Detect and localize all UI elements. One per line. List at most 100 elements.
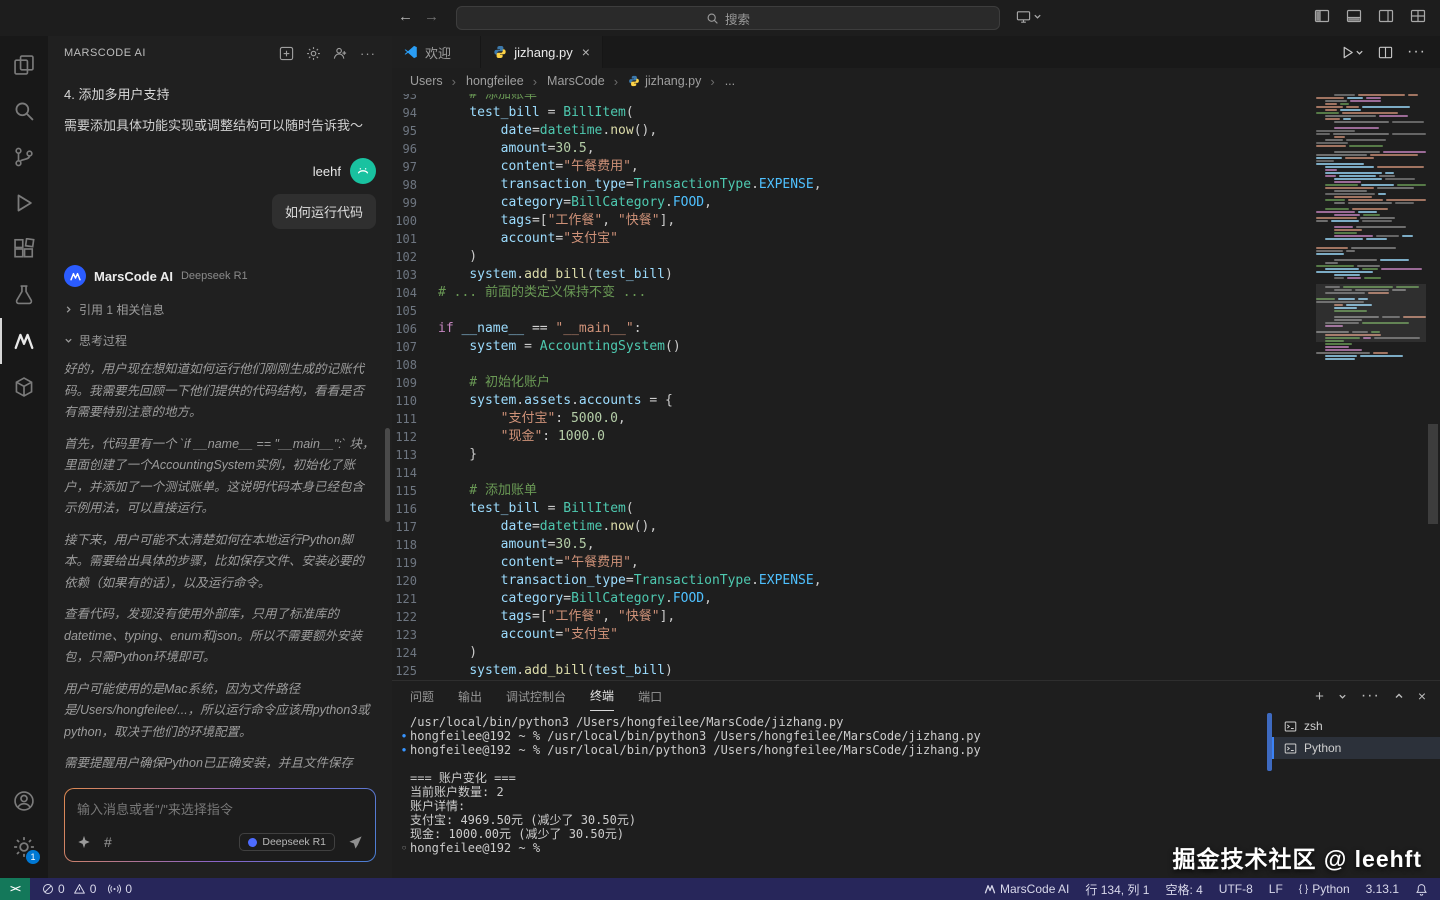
- code-line[interactable]: 95 date=datetime.now(),: [392, 122, 1310, 140]
- terminal-scrollbar[interactable]: [1267, 713, 1272, 771]
- back-icon[interactable]: ←: [398, 8, 413, 25]
- code-line[interactable]: 113 }: [392, 446, 1310, 464]
- code-line[interactable]: 122 tags=["工作餐", "快餐"],: [392, 608, 1310, 626]
- panel-more-icon[interactable]: ···: [1361, 687, 1380, 705]
- code-line[interactable]: 101 account="支付宝": [392, 230, 1310, 248]
- run-file-icon[interactable]: [1340, 45, 1364, 60]
- code-line[interactable]: 116 test_bill = BillItem(: [392, 500, 1310, 518]
- reference-fold[interactable]: 引用 1 相关信息: [64, 301, 376, 318]
- package-icon[interactable]: [0, 364, 48, 410]
- problems-status[interactable]: 0 0: [42, 882, 96, 896]
- user-message-bubble[interactable]: 如何运行代码: [272, 194, 376, 229]
- terminal-item-zsh[interactable]: zsh: [1272, 715, 1440, 737]
- remote-window-icon[interactable]: [1016, 9, 1042, 24]
- tab-debug-console[interactable]: 调试控制台: [506, 681, 566, 711]
- code-line[interactable]: 93 # 添加账单: [392, 94, 1310, 104]
- editor-scrollbar[interactable]: [1426, 94, 1440, 680]
- code-line[interactable]: 112 "现金": 1000.0: [392, 428, 1310, 446]
- skills-sparkle-icon[interactable]: [77, 835, 91, 849]
- forward-icon[interactable]: →: [424, 8, 439, 25]
- code-line[interactable]: 109 # 初始化账户: [392, 374, 1310, 392]
- breadcrumb-item[interactable]: MarsCode: [528, 74, 605, 89]
- notifications-bell-icon[interactable]: [1415, 883, 1428, 896]
- tab-terminal[interactable]: 终端: [590, 681, 614, 711]
- search-input[interactable]: 搜索: [456, 6, 1000, 30]
- code-line[interactable]: 114: [392, 464, 1310, 482]
- breadcrumb-item[interactable]: ...: [705, 74, 735, 89]
- settings-gear-icon[interactable]: 1: [0, 824, 48, 870]
- code-line[interactable]: 104# ... 前面的类定义保持不变 ...: [392, 284, 1310, 302]
- search-sidebar-icon[interactable]: [0, 88, 48, 134]
- code-line[interactable]: 121 category=BillCategory.FOOD,: [392, 590, 1310, 608]
- account-icon[interactable]: [0, 778, 48, 824]
- testing-flask-icon[interactable]: [0, 272, 48, 318]
- breadcrumb-item[interactable]: Users: [410, 74, 443, 88]
- code-line[interactable]: 120 transaction_type=TransactionType.EXP…: [392, 572, 1310, 590]
- language-mode[interactable]: { } Python: [1299, 882, 1350, 896]
- code-line[interactable]: 106if __name__ == "__main__":: [392, 320, 1310, 338]
- code-line[interactable]: 105: [392, 302, 1310, 320]
- toggle-secondary-sidebar-icon[interactable]: [1378, 8, 1394, 24]
- python-version[interactable]: 3.13.1: [1366, 882, 1399, 896]
- marscode-ai-icon[interactable]: [0, 318, 48, 364]
- code-line[interactable]: 108: [392, 356, 1310, 374]
- tab-ports[interactable]: 端口: [638, 681, 662, 711]
- code-line[interactable]: 124 ): [392, 644, 1310, 662]
- breadcrumb-item-file[interactable]: jizhang.py: [609, 74, 702, 89]
- code-line[interactable]: 97 content="午餐费用",: [392, 158, 1310, 176]
- explorer-icon[interactable]: [0, 42, 48, 88]
- thinking-fold[interactable]: 思考过程: [64, 332, 376, 349]
- code-line[interactable]: 96 amount=30.5,: [392, 140, 1310, 158]
- source-control-icon[interactable]: [0, 134, 48, 180]
- terminal-item-python[interactable]: Python: [1272, 737, 1440, 759]
- sidebar-scrollbar[interactable]: [385, 428, 390, 522]
- close-panel-icon[interactable]: ×: [1418, 688, 1426, 704]
- code-line[interactable]: 115 # 添加账单: [392, 482, 1310, 500]
- toggle-panel-icon[interactable]: [1346, 8, 1362, 24]
- run-debug-icon[interactable]: [0, 180, 48, 226]
- split-editor-icon[interactable]: [1378, 45, 1393, 60]
- editor-more-icon[interactable]: ···: [1407, 43, 1426, 61]
- toggle-sidebar-icon[interactable]: [1314, 8, 1330, 24]
- code-line[interactable]: 119 content="午餐费用",: [392, 554, 1310, 572]
- new-chat-icon[interactable]: [279, 46, 294, 61]
- profile-icon[interactable]: [333, 46, 348, 61]
- code-line[interactable]: 99 category=BillCategory.FOOD,: [392, 194, 1310, 212]
- terminal-output[interactable]: /usr/local/bin/python3 /Users/hongfeilee…: [392, 711, 1272, 878]
- tab-problems[interactable]: 问题: [410, 681, 434, 711]
- model-selector[interactable]: Deepseek R1: [239, 833, 335, 851]
- breadcrumb-item[interactable]: hongfeilee: [447, 74, 524, 89]
- eol[interactable]: LF: [1269, 882, 1283, 896]
- cursor-position[interactable]: 行 134, 列 1: [1085, 881, 1149, 898]
- encoding[interactable]: UTF-8: [1219, 882, 1253, 896]
- ports-status[interactable]: 0: [108, 882, 132, 896]
- marscode-status[interactable]: MarsCode AI: [984, 882, 1069, 896]
- code-line[interactable]: 111 "支付宝": 5000.0,: [392, 410, 1310, 428]
- tab-jizhang[interactable]: jizhang.py ×: [481, 36, 603, 68]
- indentation[interactable]: 空格: 4: [1165, 881, 1202, 898]
- context-hash-icon[interactable]: #: [104, 834, 112, 850]
- chat-settings-icon[interactable]: [306, 46, 321, 61]
- close-tab-icon[interactable]: ×: [582, 44, 590, 60]
- send-icon[interactable]: [348, 835, 363, 850]
- tab-output[interactable]: 输出: [458, 681, 482, 711]
- tab-welcome[interactable]: 欢迎 ×: [392, 36, 481, 68]
- code-line[interactable]: 110 system.assets.accounts = {: [392, 392, 1310, 410]
- terminal-profile-chevron-icon[interactable]: [1338, 692, 1347, 701]
- minimap-slider[interactable]: [1316, 284, 1426, 342]
- code-line[interactable]: 117 date=datetime.now(),: [392, 518, 1310, 536]
- code-line[interactable]: 125 system.add_bill(test_bill): [392, 662, 1310, 680]
- chat-input[interactable]: 输入消息或者"/"来选择指令 # Deepseek R1: [65, 789, 375, 861]
- code-line[interactable]: 98 transaction_type=TransactionType.EXPE…: [392, 176, 1310, 194]
- code-line[interactable]: 123 account="支付宝": [392, 626, 1310, 644]
- code-line[interactable]: 107 system = AccountingSystem(): [392, 338, 1310, 356]
- extensions-icon[interactable]: [0, 226, 48, 272]
- editor-scrollbar-thumb[interactable]: [1428, 424, 1438, 524]
- customize-layout-icon[interactable]: [1410, 8, 1426, 24]
- new-terminal-icon[interactable]: +: [1315, 688, 1324, 705]
- code-line[interactable]: 94 test_bill = BillItem(: [392, 104, 1310, 122]
- code-line[interactable]: 102 ): [392, 248, 1310, 266]
- code-line[interactable]: 103 system.add_bill(test_bill): [392, 266, 1310, 284]
- code-line[interactable]: 100 tags=["工作餐", "快餐"],: [392, 212, 1310, 230]
- code-line[interactable]: 118 amount=30.5,: [392, 536, 1310, 554]
